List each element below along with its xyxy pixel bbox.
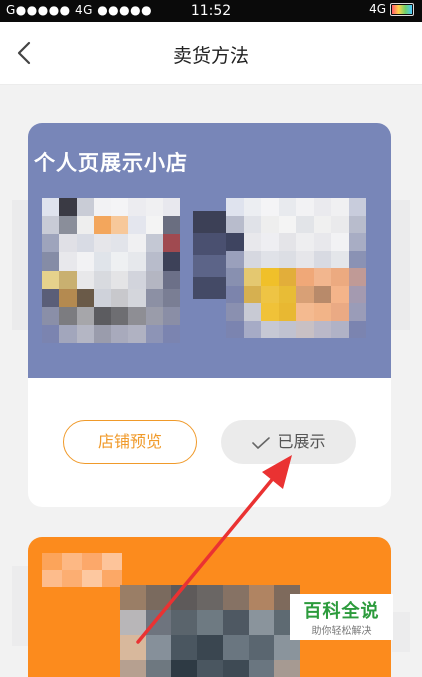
shop-preview-button[interactable]: 店铺预览 bbox=[63, 420, 197, 464]
shop-preview-image-left bbox=[42, 198, 180, 343]
watermark-logo: 百科全说 助你轻松解决 bbox=[290, 594, 393, 640]
status-right: 4G bbox=[369, 2, 414, 16]
card2-preview-image bbox=[120, 585, 300, 677]
watermark-title: 百科全说 bbox=[303, 601, 380, 622]
shop-preview-image-right bbox=[226, 198, 366, 338]
card-header: 个人页展示小店 bbox=[28, 123, 391, 378]
network-type: 4G bbox=[369, 2, 386, 16]
already-displayed-button[interactable]: 已展示 bbox=[221, 420, 356, 464]
card-title: 个人页展示小店 bbox=[34, 151, 188, 175]
check-icon bbox=[252, 436, 271, 449]
battery-icon bbox=[390, 2, 414, 16]
clock: 11:52 bbox=[190, 3, 232, 19]
card2-title-blurred bbox=[42, 553, 122, 587]
nav-bar: 卖货方法 bbox=[0, 22, 422, 85]
blurred-side-decoration bbox=[388, 200, 410, 330]
blurred-side-decoration bbox=[392, 612, 410, 652]
shop-preview-image-middle bbox=[193, 211, 227, 299]
already-displayed-label: 已展示 bbox=[277, 432, 326, 451]
status-bar: G●●●●● 4G ●●●●● 11:52 4G bbox=[0, 0, 422, 22]
shop-display-card: 个人页展示小店 店铺预览 已展示 bbox=[28, 123, 391, 507]
watermark-subtitle: 助你轻松解决 bbox=[311, 626, 372, 637]
page-title: 卖货方法 bbox=[172, 45, 249, 67]
